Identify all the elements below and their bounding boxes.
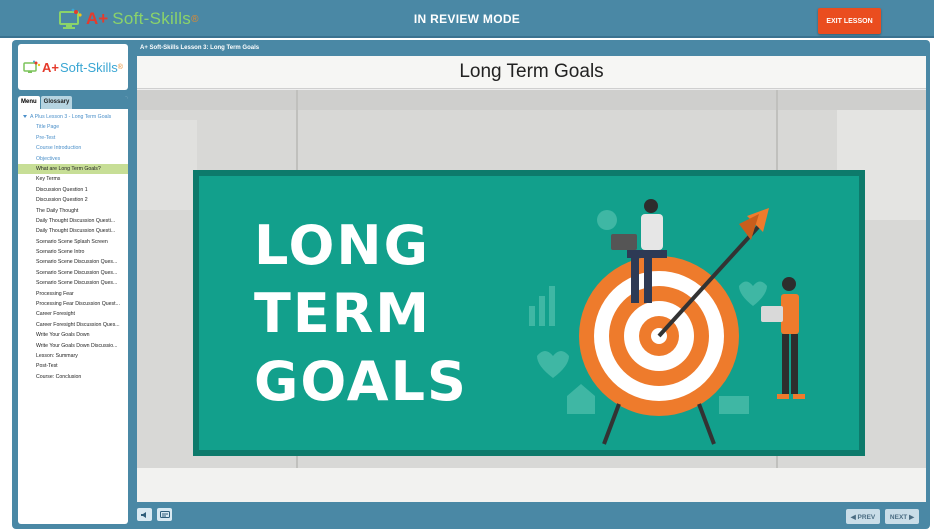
menu-list: A Plus Lesson 3 - Long Term Goals [18, 109, 128, 122]
next-button[interactable]: NEXT ▶ [885, 509, 919, 524]
menu-item[interactable]: Lesson: Summary [18, 351, 128, 361]
menu-item[interactable]: Scenario Scene Discussion Ques... [18, 268, 128, 278]
menu-item[interactable]: Daily Thought Discussion Questi... [18, 216, 128, 226]
menu-item[interactable]: Pre-Test [18, 133, 128, 143]
tab-glossary[interactable]: Glossary [40, 96, 73, 109]
menu-item[interactable]: Objectives [18, 154, 128, 164]
sidebar-logo-soft: Soft-Skills [60, 59, 118, 75]
sidebar: Menu Glossary A Plus Lesson 3 - Long Ter… [18, 96, 128, 524]
menu-item[interactable]: Scenario Scene Intro [18, 247, 128, 257]
monitor-logo-icon [23, 60, 41, 74]
menu-item[interactable]: Write Your Goals Down [18, 330, 128, 340]
menu-item[interactable]: Processing Fear Discussion Quest... [18, 299, 128, 309]
menu-items: Title Page Pre-Test Course Introduction Obj… [18, 122, 128, 382]
slide-title: Long Term Goals [137, 56, 926, 89]
menu-item[interactable]: Scenario Scene Discussion Ques... [18, 257, 128, 267]
long-term-goals-poster: LONG TERM GOALS [193, 170, 865, 456]
slide-caption-bar [137, 468, 926, 502]
target-illustration [529, 199, 805, 445]
menu-item[interactable]: Title Page [18, 122, 128, 132]
menu-item[interactable]: Processing Fear [18, 289, 128, 299]
top-bar: A+ Soft-Skills ® IN REVIEW MODE EXIT LES… [0, 0, 934, 38]
menu-root-lesson[interactable]: A Plus Lesson 3 - Long Term Goals [18, 112, 128, 122]
exit-lesson-button[interactable]: EXIT LESSON [818, 8, 881, 34]
sidebar-logo: A+ Soft-Skills ® [18, 44, 128, 90]
expand-triangle-icon[interactable] [23, 115, 27, 119]
menu-item[interactable]: Scenario Scene Splash Screen [18, 237, 128, 247]
speaker-icon [141, 511, 146, 518]
menu-item[interactable]: Discussion Question 2 [18, 195, 128, 205]
menu-item[interactable]: Course: Conclusion [18, 372, 128, 382]
menu-item[interactable]: Course Introduction [18, 143, 128, 153]
menu-item[interactable]: Career Foresight [18, 309, 128, 319]
prev-button[interactable]: ◀ PREV [846, 509, 880, 524]
menu-item[interactable]: Daily Thought Discussion Questi... [18, 226, 128, 236]
menu-item[interactable]: What are Long Term Goals? [18, 163, 128, 175]
menu-item[interactable]: Scenario Scene Discussion Ques... [18, 278, 128, 288]
review-mode-title: IN REVIEW MODE [413, 12, 521, 26]
menu-item[interactable]: Post-Test [18, 361, 128, 371]
lesson-title: A+ Soft-Skills Lesson 3: Long Term Goals [140, 45, 260, 51]
menu-item[interactable]: Career Foresight Discussion Ques... [18, 320, 128, 330]
menu-item[interactable]: The Daily Thought [18, 206, 128, 216]
slide-area: Long Term Goals LONG TERM GOALS [137, 56, 926, 502]
sidebar-logo-aplus: A+ [42, 59, 59, 75]
menu-item[interactable]: Discussion Question 1 [18, 185, 128, 195]
tab-menu[interactable]: Menu [18, 96, 40, 109]
audio-toggle-button[interactable] [137, 508, 152, 521]
sidebar-logo-registered: ® [117, 63, 123, 71]
menu-root-label: A Plus Lesson 3 - Long Term Goals [30, 114, 112, 120]
menu-item[interactable]: Write Your Goals Down Discussio... [18, 341, 128, 351]
captions-icon [159, 510, 170, 518]
captions-toggle-button[interactable] [157, 508, 172, 521]
menu-item[interactable]: Key Terms [18, 174, 128, 184]
slide-background: LONG TERM GOALS [137, 90, 926, 468]
sidebar-tabs: Menu Glossary [18, 96, 128, 109]
